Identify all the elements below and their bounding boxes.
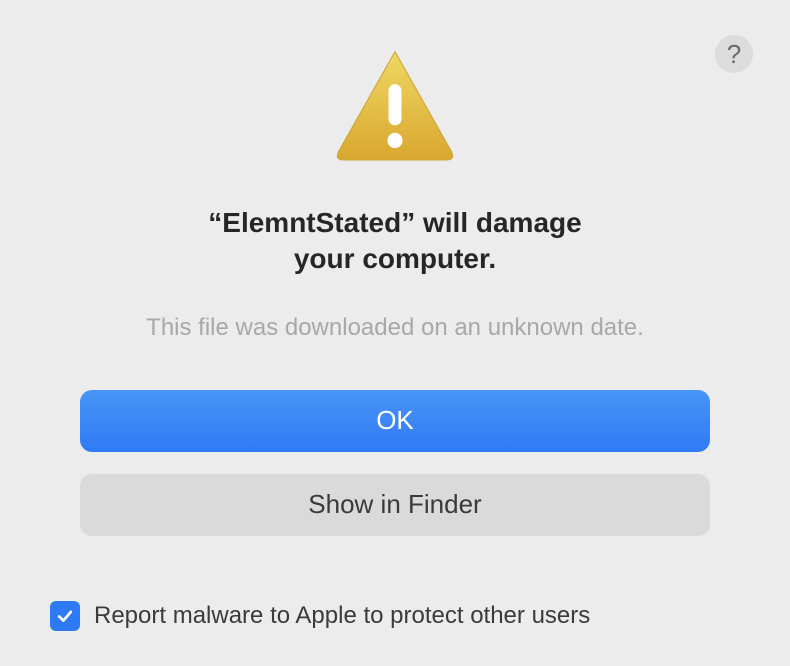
- help-icon: ?: [727, 39, 741, 70]
- show-in-finder-button[interactable]: Show in Finder: [80, 474, 710, 536]
- dialog-subtitle: This file was downloaded on an unknown d…: [146, 314, 644, 342]
- button-group: OK Show in Finder: [50, 390, 740, 536]
- report-malware-label: Report malware to Apple to protect other…: [94, 602, 590, 630]
- ok-button[interactable]: OK: [80, 390, 710, 452]
- title-line-1: “ElemntStated” will damage: [208, 207, 581, 238]
- malware-warning-dialog: ? “ElemntStated” will damage your comput…: [5, 5, 785, 661]
- title-line-2: your computer.: [294, 243, 496, 274]
- dialog-title: “ElemntStated” will damage your computer…: [208, 205, 581, 278]
- report-malware-checkbox[interactable]: [50, 601, 80, 631]
- help-button[interactable]: ?: [715, 35, 753, 73]
- checkmark-icon: [55, 606, 75, 626]
- warning-icon: [330, 43, 460, 173]
- report-malware-row: Report malware to Apple to protect other…: [50, 601, 590, 631]
